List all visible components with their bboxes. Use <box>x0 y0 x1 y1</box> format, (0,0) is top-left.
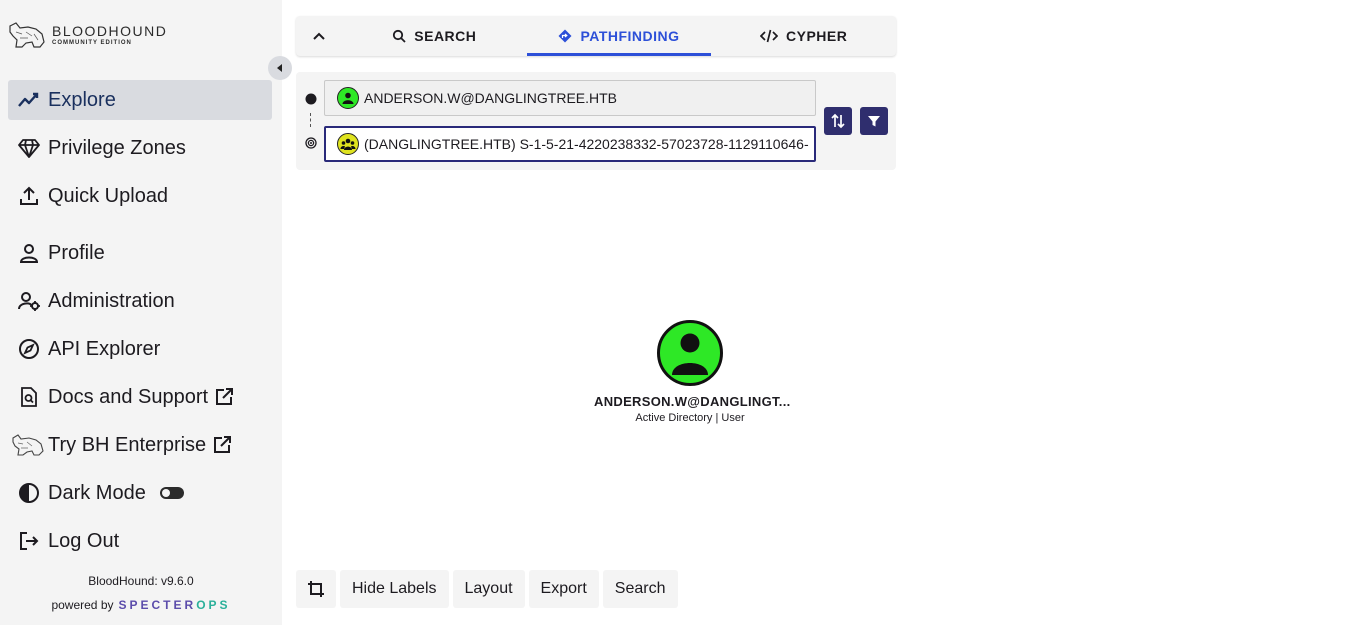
explore-tabbar: SEARCH PATHFINDING CYPHER <box>296 16 896 56</box>
sidebar-item-api-explorer[interactable]: API Explorer <box>8 329 272 369</box>
search-icon <box>393 29 406 43</box>
person-icon <box>18 242 40 264</box>
user-node-icon <box>657 320 723 386</box>
graph-node-user[interactable]: ANDERSON.W@DANGLINGT... Active Directory… <box>594 320 791 424</box>
powered-by-label: powered by <box>51 598 114 612</box>
upload-icon <box>18 185 40 207</box>
sidebar-item-label: Quick Upload <box>48 184 169 207</box>
bloodhound-dog-icon <box>9 22 45 48</box>
tab-pathfinding-label: PATHFINDING <box>580 28 680 44</box>
gem-icon <box>18 137 40 159</box>
filter-icon <box>868 116 880 127</box>
sidebar-item-administration[interactable]: Administration <box>8 281 272 321</box>
half-circle-icon <box>18 482 40 504</box>
directions-icon <box>558 29 572 43</box>
logout-icon <box>18 530 40 552</box>
sidebar-item-docs-and-support[interactable]: Docs and Support <box>8 377 272 417</box>
tab-cypher-label: CYPHER <box>786 28 848 44</box>
bloodhound-dog-icon <box>10 434 46 456</box>
version-text: BloodHound: v9.6.0 <box>88 574 194 588</box>
sidebar-item-label: Profile <box>48 241 105 264</box>
start-node-input[interactable]: ANDERSON.W@DANGLINGTREE.HTB <box>324 80 816 116</box>
powered-by: powered by SPECTEROPS <box>0 598 282 612</box>
reset-view-button[interactable] <box>296 570 336 608</box>
hide-labels-button[interactable]: Hide Labels <box>340 570 449 608</box>
pathfinding-panel: ANDERSON.W@DANGLINGTREE.HTB (DANGLINGTRE… <box>296 72 896 170</box>
tab-search-label: SEARCH <box>414 28 477 44</box>
compass-icon <box>18 338 40 360</box>
tab-pathfinding[interactable]: PATHFINDING <box>526 16 712 56</box>
path-connector <box>310 113 311 127</box>
start-node-dot-icon <box>305 93 317 105</box>
app-root: BLOODHOUND COMMUNITY EDITION Explore Pri… <box>0 0 1366 625</box>
sidebar: BLOODHOUND COMMUNITY EDITION Explore Pri… <box>0 0 292 625</box>
code-icon <box>760 29 778 43</box>
tab-search[interactable]: SEARCH <box>342 16 527 56</box>
sidebar-item-label: Privilege Zones <box>48 136 186 159</box>
destination-node-input[interactable]: (DANGLINGTREE.HTB) S-1-5-21-4220238332-5… <box>324 126 816 162</box>
dark-mode-toggle[interactable] <box>159 487 184 499</box>
external-link-icon <box>214 387 234 407</box>
sidebar-item-label: Log Out <box>48 529 120 552</box>
sidebar-item-profile[interactable]: Profile <box>8 233 272 273</box>
sidebar-item-privilege-zones[interactable]: Privilege Zones <box>8 128 272 168</box>
external-link-icon <box>212 435 232 455</box>
specterops-logo[interactable]: SPECTEROPS <box>119 598 231 612</box>
specter-text: SPECTER <box>118 598 197 612</box>
logo-edition: COMMUNITY EDITION <box>52 40 132 46</box>
sidebar-item-label: Dark Mode <box>48 481 146 504</box>
layout-button[interactable]: Layout <box>452 570 525 608</box>
caret-left-icon <box>277 64 282 72</box>
doc-search-icon <box>18 386 40 408</box>
search-graph-button[interactable]: Search <box>602 570 678 608</box>
chevron-up-icon <box>313 32 325 40</box>
ops-text: OPS <box>196 598 231 612</box>
swap-vertical-icon <box>831 113 845 129</box>
logo-text: BLOODHOUND COMMUNITY EDITION <box>52 24 167 46</box>
collapse-panel-button[interactable] <box>296 16 342 56</box>
chart-line-icon <box>18 89 40 111</box>
sidebar-item-try-bh-enterprise[interactable]: Try BH Enterprise <box>8 425 272 465</box>
user-cog-icon <box>18 290 40 312</box>
destination-target-icon <box>305 137 317 149</box>
export-button[interactable]: Export <box>528 570 599 608</box>
tab-cypher[interactable]: CYPHER <box>711 16 896 56</box>
sidebar-item-explore[interactable]: Explore <box>8 80 272 120</box>
sidebar-item-label: Try BH Enterprise <box>48 433 207 456</box>
logo-brand: BLOODHOUND <box>52 23 168 39</box>
sidebar-item-label: Administration <box>48 289 175 312</box>
sidebar-collapse-button[interactable] <box>268 56 292 80</box>
node-subtitle: Active Directory | User <box>635 412 745 424</box>
sidebar-item-log-out[interactable]: Log Out <box>8 521 272 561</box>
sidebar-item-quick-upload[interactable]: Quick Upload <box>8 176 272 216</box>
node-label: ANDERSON.W@DANGLINGT... <box>594 394 791 409</box>
group-node-icon <box>337 133 359 155</box>
start-node-value: ANDERSON.W@DANGLINGTREE.HTB <box>364 90 618 106</box>
user-node-icon <box>337 87 359 109</box>
sidebar-item-label: Docs and Support <box>48 385 209 408</box>
sidebar-item-label: API Explorer <box>48 337 161 360</box>
swap-nodes-button[interactable] <box>824 107 852 135</box>
destination-node-value: (DANGLINGTREE.HTB) S-1-5-21-4220238332-5… <box>364 136 809 152</box>
sidebar-item-dark-mode[interactable]: Dark Mode <box>8 473 272 513</box>
sidebar-nav: Explore Privilege Zones Quick Upload Pro… <box>8 80 272 561</box>
sidebar-item-label: Explore <box>48 88 116 111</box>
graph-toolbar: Hide Labels Layout Export Search <box>296 570 682 608</box>
bloodhound-logo[interactable]: BLOODHOUND COMMUNITY EDITION <box>8 20 167 50</box>
crop-icon <box>308 581 324 597</box>
edge-filter-button[interactable] <box>860 107 888 135</box>
